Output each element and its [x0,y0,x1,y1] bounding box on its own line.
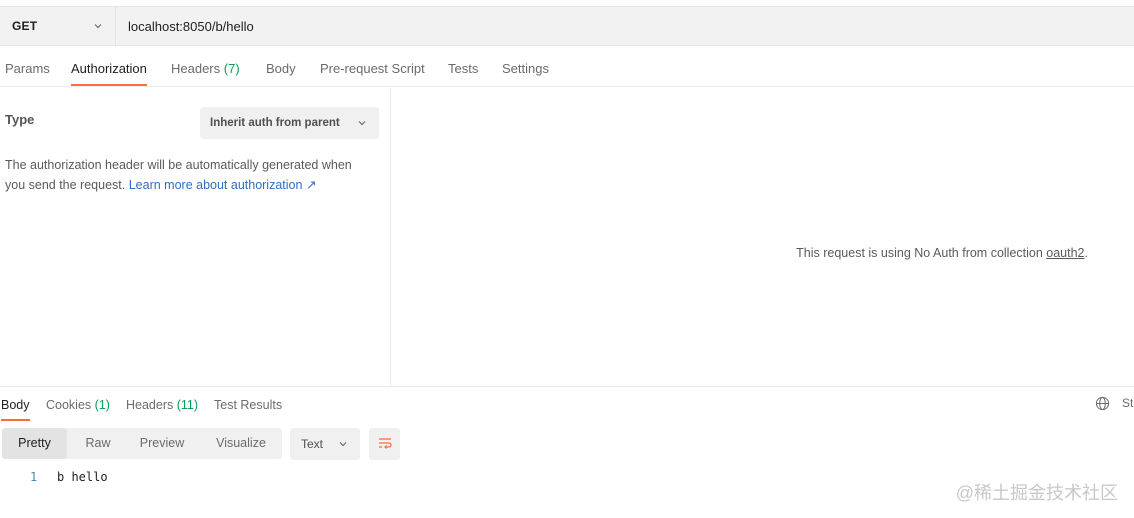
method-select[interactable]: GET [0,7,116,45]
line-number: 1 [30,470,38,484]
chevron-down-icon [338,439,348,449]
cookies-count: (1) [94,398,110,412]
format-label: Text [301,437,324,451]
method-label: GET [12,19,38,33]
external-link-icon: ↗ [305,178,317,192]
tab-response-body[interactable]: Body [1,387,30,423]
noauth-message: This request is using No Auth from colle… [796,246,1088,260]
response-headers-count: (11) [176,398,199,412]
tab-cookies[interactable]: Cookies (1) [46,387,110,423]
response-tabs: Body Cookies (1) Headers (11) Test Resul… [0,386,1134,422]
wrap-lines-icon [377,436,393,453]
learn-more-link[interactable]: Learn more about authorization ↗ [129,178,317,192]
chevron-down-icon [93,21,103,31]
tab-settings[interactable]: Settings [502,46,549,87]
auth-config-panel: Type Inherit auth from parent The author… [0,88,391,386]
tab-headers[interactable]: Headers (7) [171,46,240,87]
headers-count: (7) [223,61,240,76]
wrap-lines-button[interactable] [369,428,400,460]
auth-description: The authorization header will be automat… [5,158,352,192]
tab-test-results[interactable]: Test Results [214,387,282,423]
view-pretty-button[interactable]: Pretty [2,428,67,459]
tab-response-headers[interactable]: Headers (11) [126,387,198,423]
status-label: St [1122,396,1134,410]
watermark: @稀土掘金技术社区 [955,483,1118,503]
auth-info-panel: This request is using No Auth from colle… [392,88,1134,386]
auth-type-select[interactable]: Inherit auth from parent [200,107,379,139]
auth-type-label: Type [5,112,35,127]
tab-body[interactable]: Body [266,46,296,87]
tab-tests[interactable]: Tests [448,46,478,87]
view-visualize-button[interactable]: Visualize [202,428,280,459]
line-text: b hello [57,470,108,484]
chevron-down-icon [357,118,367,128]
url-input[interactable]: localhost:8050/b/hello [116,7,1134,45]
view-raw-button[interactable]: Raw [72,428,124,459]
request-tabs: Params Authorization Headers (7) Body Pr… [0,46,1134,87]
tab-authorization[interactable]: Authorization [71,46,147,87]
view-preview-button[interactable]: Preview [130,428,194,459]
globe-icon[interactable] [1095,396,1110,411]
tab-pre-request-script[interactable]: Pre-request Script [320,46,425,87]
collection-link[interactable]: oauth2 [1046,246,1084,260]
request-url-bar: GET localhost:8050/b/hello [0,6,1134,46]
view-mode-group: Pretty Raw Preview Visualize [2,428,282,459]
format-select[interactable]: Text [290,428,360,460]
auth-type-value: Inherit auth from parent [210,117,340,129]
tab-params[interactable]: Params [5,46,50,87]
